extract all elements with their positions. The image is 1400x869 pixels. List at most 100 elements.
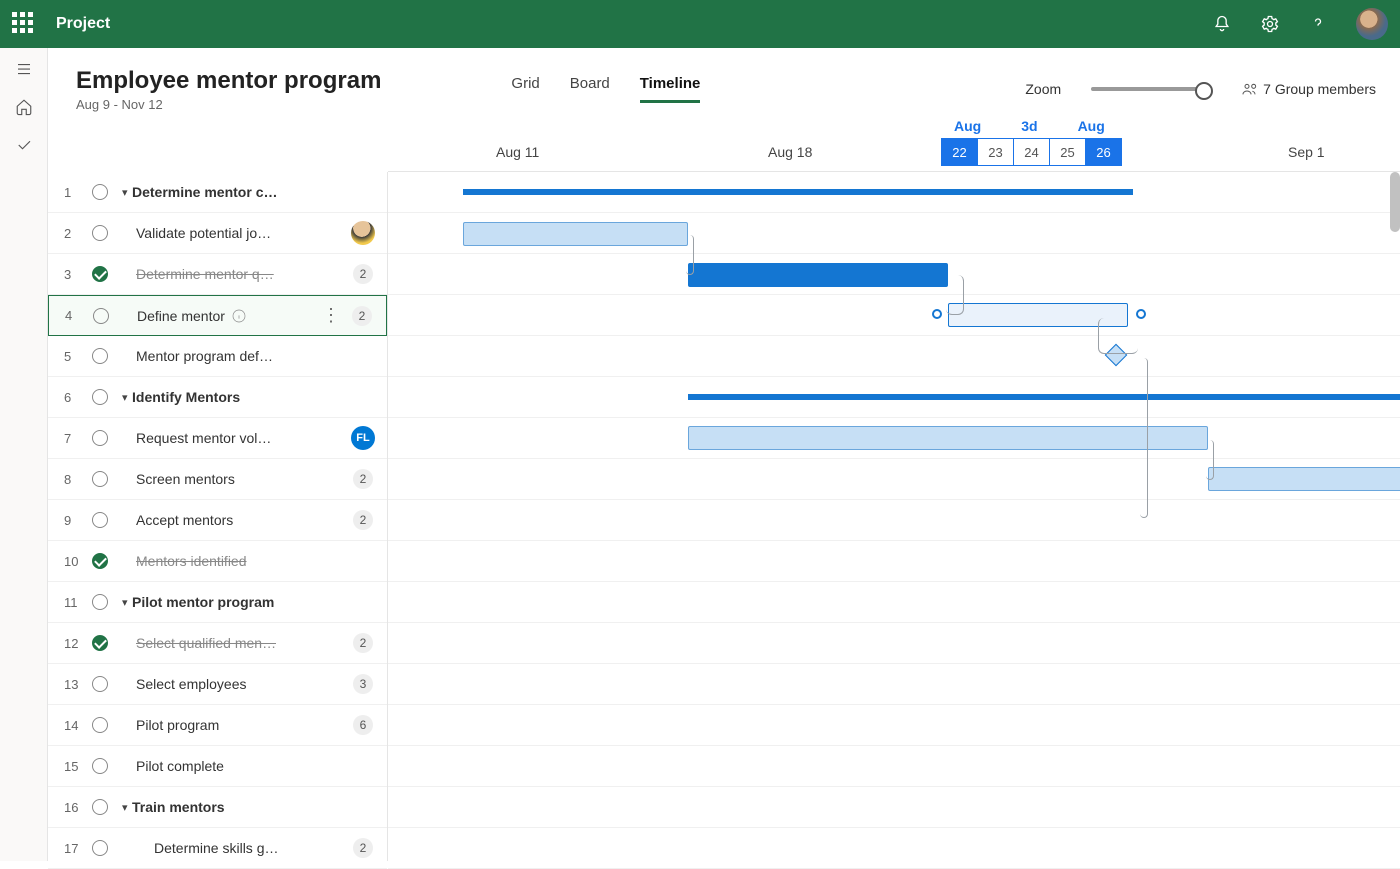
task-row[interactable]: 12Select qualified men…2 [48, 623, 387, 664]
task-complete-toggle[interactable] [92, 594, 108, 610]
picker-month-left: Aug [954, 118, 981, 134]
bar-handle[interactable] [1136, 309, 1146, 319]
bar-handle[interactable] [932, 309, 942, 319]
task-number: 15 [64, 759, 86, 774]
task-complete-toggle[interactable] [92, 430, 108, 446]
menu-icon[interactable] [15, 60, 33, 78]
task-row[interactable]: 4Define mentor⋮2 [48, 295, 387, 336]
user-avatar[interactable] [1356, 8, 1388, 40]
task-row[interactable]: 2Validate potential jo… [48, 213, 387, 254]
gantt-summary-bar[interactable] [688, 394, 1400, 400]
task-row[interactable]: 16▾Train mentors [48, 787, 387, 828]
task-row[interactable]: 6▾Identify Mentors [48, 377, 387, 418]
date-cell[interactable]: 25 [1049, 138, 1086, 166]
assignee-avatar[interactable] [351, 221, 375, 245]
main-area: Employee mentor program Aug 9 - Nov 12 G… [48, 48, 1400, 861]
assignee-count-badge: 2 [353, 469, 373, 489]
task-number: 10 [64, 554, 86, 569]
gantt-summary-bar[interactable] [463, 189, 1133, 195]
date-cell[interactable]: 26 [1085, 138, 1122, 166]
people-icon [1241, 81, 1257, 97]
task-complete-toggle[interactable] [92, 840, 108, 856]
task-row[interactable]: 7Request mentor vol…FL [48, 418, 387, 459]
home-icon[interactable] [15, 98, 33, 116]
task-row[interactable]: 13Select employees3 [48, 664, 387, 705]
assignee-count-badge: 2 [352, 306, 372, 326]
task-complete-toggle[interactable] [92, 184, 108, 200]
app-name: Project [56, 15, 110, 33]
gantt-task-bar[interactable] [688, 263, 948, 287]
task-row[interactable]: 17Determine skills g…2 [48, 828, 387, 869]
task-number: 5 [64, 349, 86, 364]
task-complete-toggle[interactable] [92, 512, 108, 528]
timeline: Aug 11 Aug 18 Sep 1 Aug 3d Aug 222324252… [48, 118, 1400, 861]
task-row[interactable]: 8Screen mentors2 [48, 459, 387, 500]
dependency-link [1140, 358, 1148, 518]
task-number: 16 [64, 800, 86, 815]
app-launcher-icon[interactable] [12, 12, 36, 36]
zoom-slider[interactable] [1091, 87, 1211, 91]
task-number: 3 [64, 267, 86, 282]
tab-timeline[interactable]: Timeline [640, 75, 701, 103]
task-complete-toggle[interactable] [92, 266, 108, 282]
tab-board[interactable]: Board [570, 75, 610, 103]
task-complete-toggle[interactable] [92, 676, 108, 692]
task-complete-toggle[interactable] [92, 225, 108, 241]
project-header: Employee mentor program Aug 9 - Nov 12 G… [48, 48, 1400, 118]
task-name: Mentors identified [136, 553, 247, 569]
assignee-count-badge: 2 [353, 264, 373, 284]
info-icon[interactable] [231, 308, 247, 324]
date-cell[interactable]: 22 [941, 138, 978, 166]
date-cell[interactable]: 24 [1013, 138, 1050, 166]
task-complete-toggle[interactable] [92, 471, 108, 487]
task-row[interactable]: 11▾Pilot mentor program [48, 582, 387, 623]
task-number: 2 [64, 226, 86, 241]
app-header: Project [0, 0, 1400, 48]
task-number: 4 [65, 308, 87, 323]
view-tabs: Grid Board Timeline [511, 75, 700, 103]
date-label: Sep 1 [1288, 144, 1325, 160]
task-row[interactable]: 5Mentor program def… [48, 336, 387, 377]
task-name: Select qualified men… [136, 635, 276, 651]
task-row[interactable]: 9Accept mentors2 [48, 500, 387, 541]
task-row[interactable]: 14 Pilot program 6 [48, 705, 387, 746]
tab-grid[interactable]: Grid [511, 75, 539, 103]
scrollbar-thumb[interactable] [1390, 172, 1400, 232]
check-icon[interactable] [15, 136, 33, 154]
assignee-avatar[interactable]: FL [351, 426, 375, 450]
settings-icon[interactable] [1260, 14, 1280, 34]
more-icon[interactable]: ⋮ [322, 305, 340, 326]
task-row[interactable]: 10 Mentors identified [48, 541, 387, 582]
task-row[interactable]: 3Determine mentor q…2 [48, 254, 387, 295]
task-complete-toggle[interactable] [92, 799, 108, 815]
gantt-task-bar[interactable] [1208, 467, 1400, 491]
task-complete-toggle[interactable] [92, 635, 108, 651]
gantt-task-bar[interactable] [688, 426, 1208, 450]
task-name: Pilot complete [136, 758, 224, 774]
assignee-count-badge: 6 [353, 715, 373, 735]
task-name: Pilot program [136, 717, 219, 733]
task-number: 11 [64, 595, 86, 610]
task-number: 1 [64, 185, 86, 200]
help-icon[interactable] [1308, 14, 1328, 34]
task-number: 6 [64, 390, 86, 405]
gantt-chart[interactable] [388, 172, 1400, 861]
dependency-link [686, 235, 694, 275]
group-members-button[interactable]: 7 Group members [1241, 81, 1376, 97]
task-complete-toggle[interactable] [92, 758, 108, 774]
task-complete-toggle[interactable] [92, 389, 108, 405]
date-range-picker[interactable]: Aug 3d Aug 2223242526 [942, 118, 1122, 166]
task-name: Accept mentors [136, 512, 233, 528]
task-complete-toggle[interactable] [92, 348, 108, 364]
notification-icon[interactable] [1212, 14, 1232, 34]
project-dates: Aug 9 - Nov 12 [76, 97, 381, 112]
task-number: 7 [64, 431, 86, 446]
task-row[interactable]: 1▾Determine mentor ca… [48, 172, 387, 213]
gantt-task-bar[interactable] [463, 222, 688, 246]
task-row[interactable]: 15 Pilot complete [48, 746, 387, 787]
task-complete-toggle[interactable] [93, 308, 109, 324]
task-complete-toggle[interactable] [92, 553, 108, 569]
task-number: 14 [64, 718, 86, 733]
task-complete-toggle[interactable] [92, 717, 108, 733]
date-cell[interactable]: 23 [977, 138, 1014, 166]
